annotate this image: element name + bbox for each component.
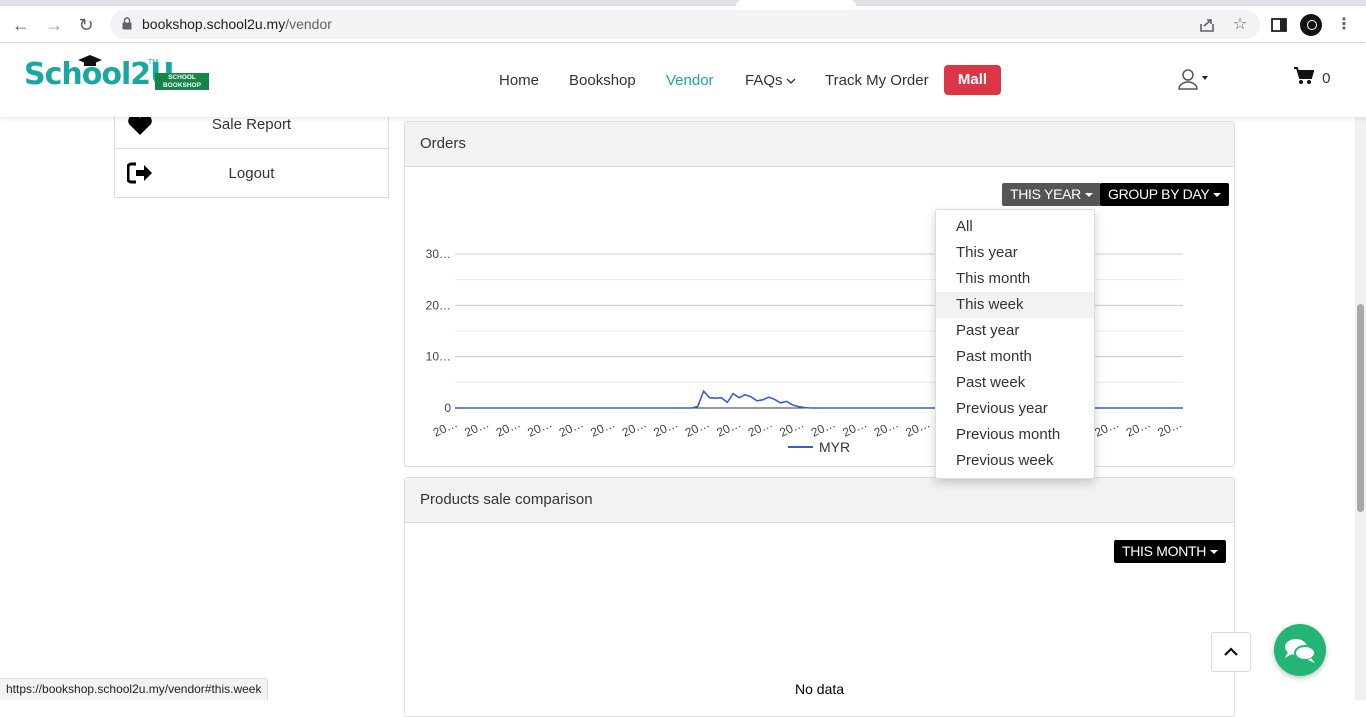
- chevron-down-icon: [786, 78, 795, 84]
- graduation-cap-icon: [78, 55, 102, 66]
- nav-bookshop[interactable]: Bookshop: [569, 72, 636, 89]
- products-range-dropdown[interactable]: THIS MONTH: [1114, 540, 1227, 563]
- share-icon[interactable]: [1196, 14, 1218, 36]
- page-scrollbar-thumb[interactable]: [1357, 304, 1364, 512]
- x-tick-label: 20…: [1124, 416, 1153, 439]
- chat-bubbles-icon: [1285, 639, 1316, 663]
- range-option-previous-year[interactable]: Previous year: [936, 396, 1094, 422]
- nav-vendor[interactable]: Vendor: [666, 72, 714, 89]
- range-option-this-year[interactable]: This year: [936, 240, 1094, 266]
- logo-badge: SCHOOL BOOKSHOP: [155, 73, 209, 90]
- x-tick-label: 20…: [1092, 416, 1121, 439]
- y-tick-label: 20…: [426, 298, 451, 312]
- orders-panel-title: Orders: [405, 122, 1234, 167]
- chevron-up-icon: [1224, 647, 1238, 656]
- x-tick-label: 20…: [872, 416, 901, 439]
- x-tick-label: 20…: [714, 416, 743, 439]
- site-header: School2U TM SCHOOL BOOKSHOP Home Booksho…: [0, 43, 1366, 117]
- range-option-past-week[interactable]: Past week: [936, 370, 1094, 396]
- no-data-text: No data: [795, 681, 845, 697]
- reload-icon[interactable]: ↻: [75, 14, 97, 36]
- x-tick-label: 20…: [431, 416, 460, 439]
- x-tick-label: 20…: [525, 416, 554, 439]
- legend-label-myr: MYR: [819, 439, 850, 455]
- x-tick-label: 20…: [494, 416, 523, 439]
- sidebar-item-label: Sale Report: [211, 116, 292, 133]
- browser-status-bar: https://bookshop.school2u.my/vendor#this…: [0, 678, 269, 700]
- x-tick-label: 20…: [620, 416, 649, 439]
- profile-avatar[interactable]: [1300, 14, 1322, 36]
- x-tick-label: 20…: [777, 416, 806, 439]
- sidebar-item-label: Logout: [228, 165, 275, 182]
- range-option-this-month[interactable]: This month: [936, 266, 1094, 292]
- orders-range-dropdown[interactable]: THIS YEAR: [1002, 183, 1101, 206]
- cart-count: 0: [1322, 70, 1331, 87]
- lock-icon: [122, 17, 132, 30]
- mall-button[interactable]: Mall: [944, 65, 1001, 95]
- range-option-all[interactable]: All: [936, 214, 1094, 240]
- back-arrow-icon[interactable]: ←: [10, 14, 32, 36]
- nav-track-order[interactable]: Track My Order: [825, 72, 929, 89]
- range-option-past-month[interactable]: Past month: [936, 344, 1094, 370]
- x-tick-label: 20…: [651, 416, 680, 439]
- range-option-this-week[interactable]: This week: [936, 292, 1094, 318]
- caret-down-icon: [1213, 193, 1222, 198]
- orders-group-dropdown[interactable]: GROUP BY DAY: [1100, 183, 1230, 206]
- products-panel-title: Products sale comparison: [405, 478, 1234, 523]
- nav-faqs[interactable]: FAQs: [745, 72, 796, 89]
- range-option-previous-month[interactable]: Previous month: [936, 422, 1094, 448]
- range-option-past-year[interactable]: Past year: [936, 318, 1094, 344]
- forward-arrow-icon[interactable]: →: [43, 14, 65, 36]
- user-account-icon[interactable]: [1178, 68, 1210, 90]
- x-tick-label: 20…: [840, 416, 869, 439]
- cart-link[interactable]: 0: [1294, 67, 1331, 87]
- school2u-logo[interactable]: School2U TM SCHOOL BOOKSHOP: [24, 55, 209, 97]
- side-panel-icon[interactable]: [1268, 14, 1290, 36]
- browser-toolbar: ← → ↻ bookshop.school2u.my/vendor ☆ ⋮: [0, 6, 1366, 43]
- x-tick-label: 20…: [746, 416, 775, 439]
- x-tick-label: 20…: [683, 416, 712, 439]
- y-tick-label: 30…: [426, 247, 451, 261]
- y-tick-label: 0: [444, 401, 451, 415]
- x-tick-label: 20…: [588, 416, 617, 439]
- bookmark-star-icon[interactable]: ☆: [1229, 14, 1251, 36]
- caret-down-icon: [1084, 193, 1093, 198]
- shopping-cart-icon: [1294, 67, 1315, 84]
- x-tick-label: 20…: [557, 416, 586, 439]
- y-tick-label: 10…: [426, 350, 451, 364]
- nav-home[interactable]: Home: [499, 72, 539, 89]
- range-option-previous-week[interactable]: Previous week: [936, 448, 1094, 474]
- address-bar[interactable]: bookshop.school2u.my/vendor: [110, 10, 1260, 39]
- caret-down-icon: [1210, 550, 1219, 555]
- x-tick-label: 20…: [462, 416, 491, 439]
- logo-tm: TM: [148, 59, 159, 66]
- address-url: bookshop.school2u.my/vendor: [142, 16, 332, 32]
- x-tick-label: 20…: [1155, 416, 1184, 439]
- back-to-top-button[interactable]: [1211, 632, 1251, 672]
- x-tick-label: 20…: [809, 416, 838, 439]
- orders-range-menu: All This year This month This week Past year…: [935, 209, 1095, 479]
- orders-line-chart: 010…20…30…20… 20… 20… 20… 20… 20… 20… 20… 20… 20……: [426, 247, 1185, 455]
- browser-menu-icon[interactable]: ⋮: [1333, 14, 1355, 36]
- sidebar-item-logout[interactable]: Logout: [115, 149, 388, 198]
- live-chat-button[interactable]: [1274, 624, 1326, 676]
- x-tick-label: 20…: [903, 416, 932, 439]
